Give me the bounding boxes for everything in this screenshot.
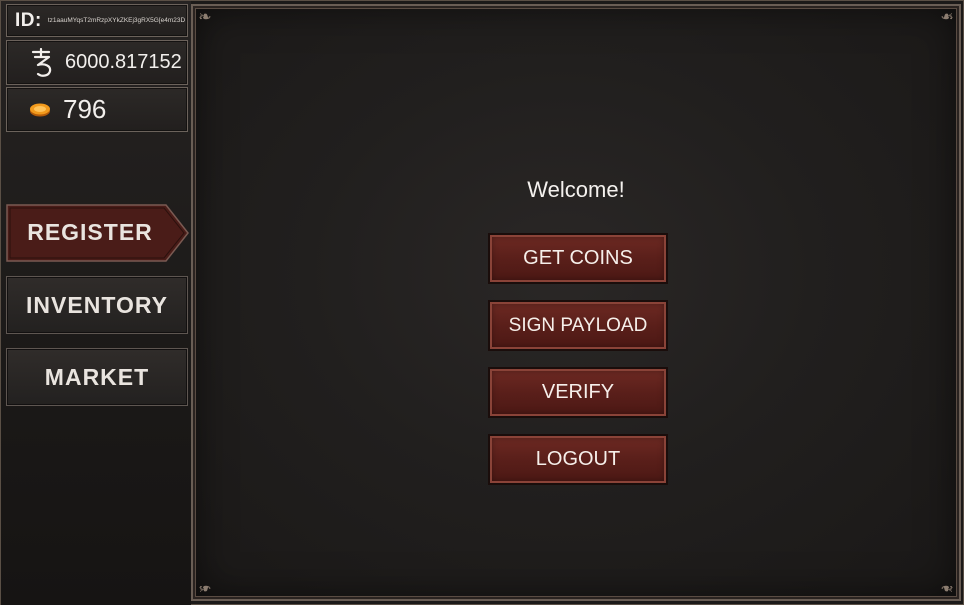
verify-button[interactable]: VERIFY xyxy=(488,367,668,418)
corner-ornament-icon: ❧ xyxy=(198,579,212,596)
sign-payload-button[interactable]: SIGN PAYLOAD xyxy=(488,300,668,351)
coins-value: 796 xyxy=(63,94,107,124)
corner-ornament-icon: ❧ xyxy=(198,9,212,26)
wallet-id-value: tz1aauMYqsT2mRzpXYkZKEj3gRX5G[e4m23D xyxy=(47,17,186,24)
logout-label: LOGOUT xyxy=(535,448,621,470)
nav-market-button[interactable]: MARKET xyxy=(6,348,188,406)
tezos-balance-box: 6000.817152 xyxy=(6,40,188,85)
sidebar: ID: tz1aauMYqsT2mRzpXYkZKEj3gRX5G[e4m23D… xyxy=(1,1,191,605)
nav-inventory-label: INVENTORY xyxy=(26,291,168,318)
app-window: ID: tz1aauMYqsT2mRzpXYkZKEj3gRX5G[e4m23D… xyxy=(0,0,964,605)
sign-payload-label: SIGN PAYLOAD xyxy=(508,314,648,336)
nav-market-label: MARKET xyxy=(44,363,150,390)
tezos-balance-value: 6000.817152 xyxy=(65,51,182,73)
get-coins-label: GET COINS xyxy=(523,247,633,269)
verify-label: VERIFY xyxy=(541,381,615,403)
coin-icon xyxy=(30,103,50,116)
corner-ornament-icon: ❧ xyxy=(940,579,954,596)
get-coins-button[interactable]: GET COINS xyxy=(488,233,668,284)
coins-balance-box: 796 xyxy=(6,87,188,132)
nav-register-label: REGISTER xyxy=(27,219,153,245)
id-label: ID: xyxy=(15,9,42,31)
welcome-text: Welcome! xyxy=(527,177,625,202)
nav-inventory-button[interactable]: INVENTORY xyxy=(6,276,188,334)
tezos-icon xyxy=(31,47,52,77)
wallet-id-box: ID: tz1aauMYqsT2mRzpXYkZKEj3gRX5G[e4m23D xyxy=(6,4,188,37)
nav-register-button[interactable]: REGISTER xyxy=(6,204,189,262)
main-panel: ❧ ❧ ❧ ❧ Welcome! GET COINS SIGN PAYLOAD … xyxy=(191,4,961,601)
corner-ornament-icon: ❧ xyxy=(940,9,954,26)
logout-button[interactable]: LOGOUT xyxy=(488,434,668,485)
